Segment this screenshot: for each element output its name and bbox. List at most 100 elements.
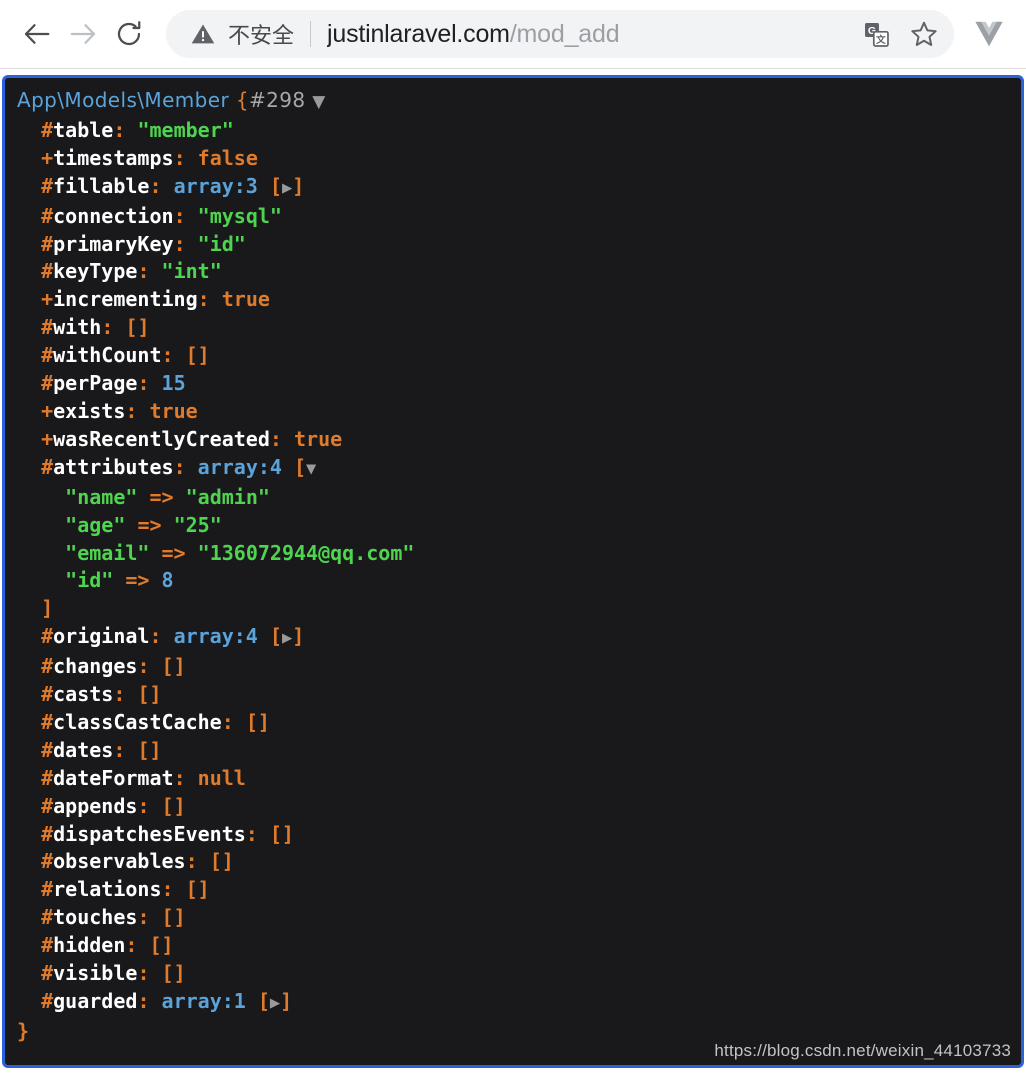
fat-arrow: => <box>149 484 174 509</box>
dump-property-original: #original: array:4 [▶] <box>41 624 305 649</box>
chevron-right-icon[interactable]: ▶ <box>282 178 292 198</box>
fat-arrow: => <box>137 512 162 537</box>
chevron-down-icon[interactable]: ▼ <box>312 92 325 112</box>
back-arrow-icon <box>24 24 50 44</box>
property-value: [] <box>125 315 150 340</box>
property-value: [] <box>161 654 186 679</box>
browser-toolbar: 不安全 justinlaravel.com/mod_add G 文 <box>0 0 1026 68</box>
property-colon: : <box>173 454 186 479</box>
property-name: perPage <box>53 371 138 396</box>
svg-text:文: 文 <box>875 33 886 45</box>
dump-property-casts: #casts: [] <box>17 681 1021 709</box>
property-colon: : <box>173 231 186 256</box>
bookmark-button[interactable] <box>900 12 948 56</box>
property-name: table <box>53 117 114 142</box>
reload-button[interactable] <box>106 11 152 57</box>
property-colon: : <box>173 765 186 790</box>
property-name: with <box>53 315 102 340</box>
visibility-sigil: # <box>41 315 54 340</box>
property-name: timestamps <box>53 145 174 170</box>
address-bar[interactable]: 不安全 justinlaravel.com/mod_add G 文 <box>166 10 954 58</box>
dump-property-dispatchesEvents: #dispatchesEvents: [] <box>17 821 1021 849</box>
property-colon: : <box>161 343 174 368</box>
visibility-sigil: # <box>41 849 54 874</box>
back-button[interactable] <box>14 11 60 57</box>
property-name: incrementing <box>53 287 198 312</box>
dump-array-entry: "id" => 8 <box>17 567 1021 595</box>
property-value: [] <box>161 793 186 818</box>
visibility-sigil: # <box>41 454 54 479</box>
watermark-text: https://blog.csdn.net/weixin_44103733 <box>714 1041 1011 1060</box>
property-value: [] <box>269 821 294 846</box>
star-icon <box>911 21 937 46</box>
translate-button[interactable]: G 文 <box>852 12 900 56</box>
property-value: "member" <box>137 117 234 142</box>
dump-array-entry: "name" => "admin" <box>17 484 1021 512</box>
dump-property-observables: #observables: [] <box>17 848 1021 876</box>
property-name: hidden <box>53 933 126 958</box>
property-name: connection <box>53 203 174 228</box>
dump-property-visible: #visible: [] <box>17 960 1021 988</box>
property-value: [] <box>149 933 174 958</box>
visibility-sigil: # <box>41 371 54 396</box>
chevron-right-icon[interactable]: ▶ <box>270 993 280 1013</box>
dump-property-incrementing: +incrementing: true <box>17 286 1021 314</box>
property-value: true <box>221 287 270 312</box>
entry-key: "id" <box>65 568 114 593</box>
security-indicator[interactable]: 不安全 <box>190 18 294 50</box>
url-display[interactable]: justinlaravel.com/mod_add <box>327 20 852 49</box>
entry-key: "email" <box>65 540 150 565</box>
dump-property-fillable: #fillable: array:3 [▶] <box>41 173 305 198</box>
visibility-sigil: + <box>41 145 54 170</box>
property-value: "id" <box>197 231 246 256</box>
property-colon: : <box>245 821 258 846</box>
visibility-sigil: # <box>41 905 54 930</box>
translate-icon: G 文 <box>864 22 889 47</box>
visibility-sigil: # <box>41 961 54 986</box>
var-dump-frame: App\Models\Member {#298 ▼ # table: "membe… <box>2 75 1024 1068</box>
dump-property-guarded: #guarded: array:1 [▶] <box>41 989 293 1013</box>
property-colon: : <box>173 203 186 228</box>
vue-devtools-extension-button[interactable] <box>962 10 1016 58</box>
dump-property-perPage: #perPage: 15 <box>17 370 1021 398</box>
security-status-text: 不安全 <box>228 24 295 49</box>
visibility-sigil: # <box>41 624 54 649</box>
dump-array-entry: "email" => "136072944@qq.com" <box>17 540 1021 568</box>
property-colon: : <box>149 173 162 198</box>
var-dump-content: App\Models\Member {#298 ▼ # table: "membe… <box>5 78 1021 1046</box>
property-colon: : <box>137 961 150 986</box>
visibility-sigil: # <box>41 989 54 1013</box>
property-name: dateFormat <box>53 765 174 790</box>
property-name: changes <box>53 654 138 679</box>
property-name: relations <box>53 877 162 902</box>
property-colon: : <box>197 287 210 312</box>
property-colon: : <box>161 877 174 902</box>
chevron-down-icon[interactable]: ▼ <box>306 459 316 479</box>
chevron-right-icon[interactable]: ▶ <box>282 628 292 648</box>
visibility-sigil: + <box>41 426 54 451</box>
forward-button[interactable] <box>60 11 106 57</box>
property-name: observables <box>53 849 186 874</box>
dump-property-relations: #relations: [] <box>17 876 1021 904</box>
dump-class-header[interactable]: App\Models\Member {#298 ▼ <box>17 87 1021 117</box>
property-name: fillable <box>53 173 150 198</box>
visibility-sigil: # <box>41 793 54 818</box>
property-value: [] <box>185 877 210 902</box>
dump-property-classCastCache: #classCastCache: [] <box>17 709 1021 737</box>
property-name: classCastCache <box>53 709 222 734</box>
url-domain: justinlaravel.com <box>327 19 510 48</box>
reload-icon <box>117 21 141 46</box>
visibility-sigil: # <box>41 203 54 228</box>
property-colon: : <box>149 624 162 649</box>
visibility-sigil: # <box>41 173 54 198</box>
property-colon: : <box>221 709 234 734</box>
entry-key: "age" <box>65 512 126 537</box>
dump-object-id: #298 <box>248 88 306 112</box>
property-colon: : <box>125 933 138 958</box>
property-value: array:4 <box>197 454 282 479</box>
property-colon: : <box>185 849 198 874</box>
property-value: false <box>197 145 258 170</box>
property-colon: : <box>113 682 126 707</box>
entry-key: "name" <box>65 484 138 509</box>
property-value: [] <box>209 849 234 874</box>
